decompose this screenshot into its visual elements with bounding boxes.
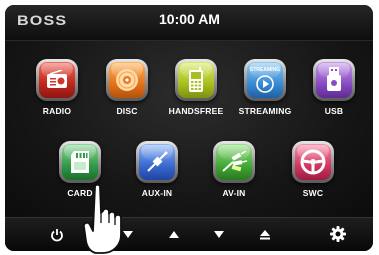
clock-display: 10:00 AM [159,11,220,27]
app-disc[interactable]: DISC [92,59,162,116]
streaming-badge: STREAMING [250,67,280,73]
av-in-tile[interactable] [213,141,255,183]
app-usb[interactable]: USB [299,59,369,116]
disc-tile[interactable] [106,59,148,101]
power-icon [51,229,63,242]
volume-up-button[interactable] [163,226,185,244]
handsfree-tile[interactable] [175,59,217,101]
eject-button[interactable] [254,226,276,244]
volume-up-icon [169,231,179,238]
radio-tile[interactable] [36,59,78,101]
app-label: AV-IN [222,188,246,198]
head-unit-screen: BOSS 10:00 AM RADIO DISC HANDSFREE STREA… [0,0,379,255]
streaming-tile[interactable]: STREAMING [244,59,286,101]
app-av-in[interactable]: AV-IN [199,141,269,198]
app-streaming[interactable]: STREAMING STREAMING [230,59,300,116]
app-handsfree[interactable]: HANDSFREE [161,59,231,116]
usb-tile[interactable] [313,59,355,101]
settings-button[interactable] [327,225,349,243]
app-radio[interactable]: RADIO [22,59,92,116]
app-label: RADIO [42,106,72,116]
disc-icon [116,69,138,91]
card-tile[interactable] [59,141,101,183]
streaming-icon [256,75,274,93]
radio-icon [47,70,67,88]
eject-icon [260,230,270,240]
swc-tile[interactable] [292,141,334,183]
down-arrow-icon [214,231,224,238]
app-label: DISC [116,106,138,116]
app-swc[interactable]: SWC [278,141,348,198]
phone-icon [189,67,203,92]
app-label: STREAMING [238,106,292,116]
usb-icon [327,67,341,91]
sd-card-icon [71,151,89,173]
app-label: SWC [302,188,324,198]
av-cable-icon [222,151,247,172]
steering-wheel-icon [300,149,326,175]
app-label: USB [324,106,344,116]
aux-plug-icon [147,151,168,172]
pointing-hand-icon [83,183,122,254]
settings-gear-icon [330,226,346,242]
power-button[interactable] [46,226,68,244]
app-label: HANDSFREE [168,106,224,116]
down-button[interactable] [208,226,230,244]
aux-in-tile[interactable] [136,141,178,183]
